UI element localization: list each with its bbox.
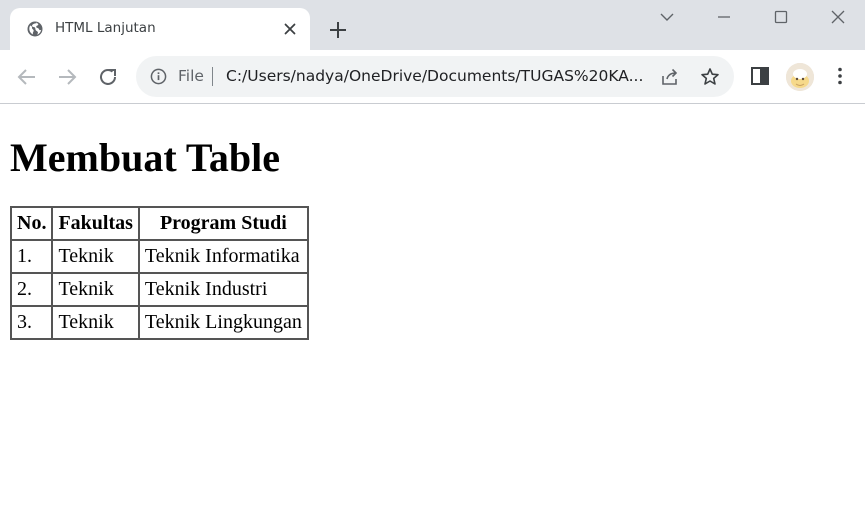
column-header: Program Studi [137,206,309,241]
plus-icon[interactable] [328,20,348,40]
side-panel-icon[interactable] [749,65,771,87]
table-header-row: No. Fakultas Program Studi [9,206,309,241]
url-text[interactable]: C:/Users/nadya/OneDrive/Documents/TUGAS%… [226,67,646,85]
browser-toolbar: File C:/Users/nadya/OneDrive/Documents/T… [0,50,865,104]
divider [212,67,213,86]
table-cell: Teknik Lingkungan [137,305,309,340]
table-cell: Teknik [51,272,140,307]
share-icon[interactable] [660,67,680,87]
table-row: 2. Teknik Teknik Industri [9,272,309,307]
close-icon[interactable] [282,21,298,37]
star-icon[interactable] [700,67,720,87]
info-icon[interactable] [150,68,167,85]
table-cell: Teknik [51,305,140,340]
column-header: No. [9,206,54,241]
table-cell: Teknik [51,239,140,274]
maximize-icon[interactable] [770,6,792,28]
column-header: Fakultas [51,206,140,241]
minimize-icon[interactable] [713,6,735,28]
table-cell: Teknik Informatika [137,239,309,274]
arrow-right-icon[interactable] [55,65,79,89]
address-bar[interactable]: File C:/Users/nadya/OneDrive/Documents/T… [136,56,734,97]
reload-icon[interactable] [96,65,120,89]
tab-title: HTML Lanjutan [55,20,156,36]
page-content: Membuat Table No. Fakultas Program Studi… [0,104,865,517]
table-cell: 3. [9,305,54,340]
table-cell: 1. [9,239,54,274]
table-cell: 2. [9,272,54,307]
data-table: No. Fakultas Program Studi 1. Teknik Tek… [9,206,309,340]
page-title: Membuat Table [10,135,281,180]
arrow-left-icon[interactable] [15,65,39,89]
globe-icon [27,21,43,37]
chevron-down-icon[interactable] [656,6,678,28]
table-cell: Teknik Industri [137,272,309,307]
kebab-menu-icon[interactable] [829,65,851,87]
tab-strip: HTML Lanjutan [0,0,865,50]
scheme-label: File [178,67,204,85]
table-row: 3. Teknik Teknik Lingkungan [9,305,309,340]
profile-picture [786,63,814,91]
browser-tab[interactable]: HTML Lanjutan [10,8,310,50]
avatar[interactable] [786,63,814,91]
table-row: 1. Teknik Teknik Informatika [9,239,309,274]
close-icon[interactable] [827,6,849,28]
